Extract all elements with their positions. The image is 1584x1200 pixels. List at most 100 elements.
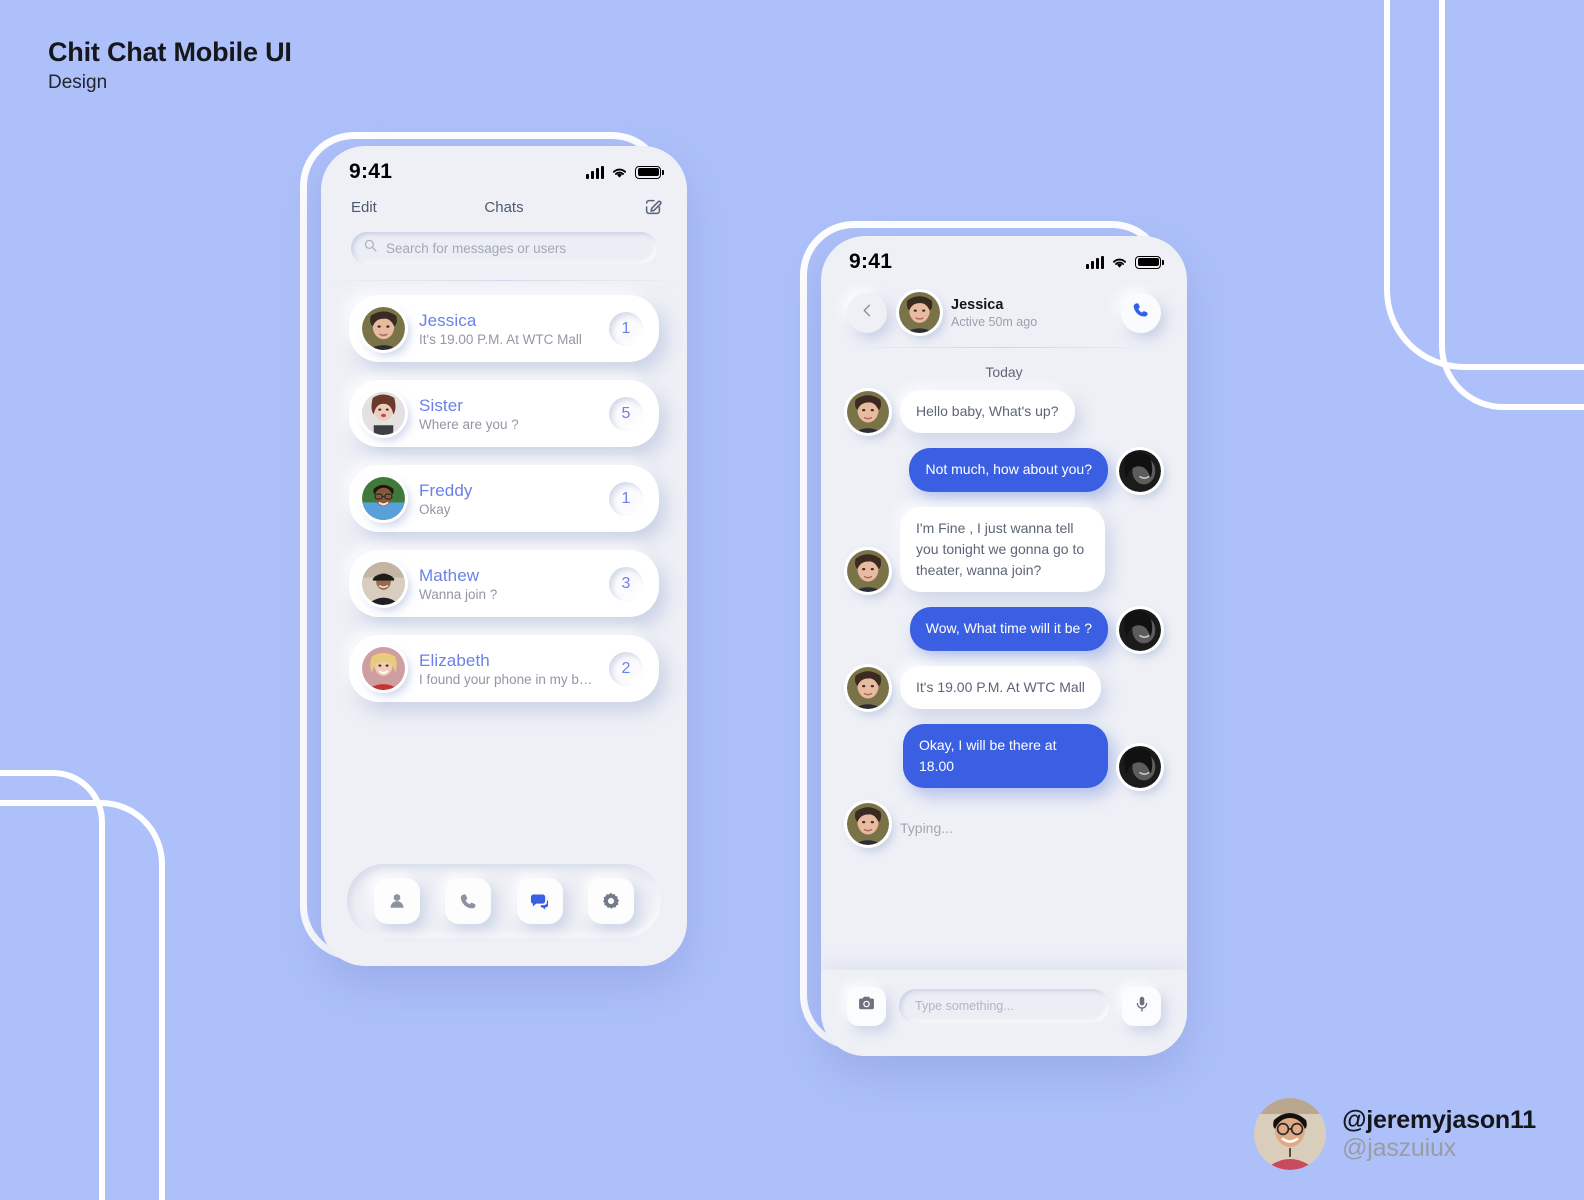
- unread-badge: 2: [609, 651, 643, 686]
- navbar-title: Chats: [484, 198, 524, 216]
- microphone-icon: [1133, 995, 1151, 1018]
- status-bar: 9:41: [321, 146, 687, 188]
- wifi-icon: [1111, 256, 1128, 269]
- message-bubble: Hello baby, What's up?: [900, 390, 1075, 434]
- chat-list-item[interactable]: Sister Where are you ? 5: [349, 380, 659, 447]
- chat-list-navbar: Edit Chats: [321, 188, 687, 222]
- avatar: [362, 477, 405, 520]
- message-composer: Type something...: [821, 970, 1187, 1056]
- message-row-outgoing: Not much, how about you?: [847, 448, 1161, 492]
- message-bubble: Okay, I will be there at 18.00: [903, 723, 1108, 789]
- phone-icon: [459, 892, 478, 911]
- avatar: [847, 550, 889, 593]
- message-input-placeholder: Type something...: [915, 999, 1014, 1013]
- chat-snippet: Okay: [419, 502, 451, 518]
- page-title: Chit Chat Mobile UI: [48, 37, 292, 67]
- peer-info[interactable]: Jessica Active 50m ago: [899, 292, 1109, 333]
- back-button[interactable]: [847, 292, 887, 333]
- tab-contacts[interactable]: [373, 878, 420, 924]
- author-handle-primary: @jeremyjason11: [1342, 1106, 1536, 1134]
- call-button[interactable]: [1121, 292, 1161, 333]
- message-row-incoming: I'm Fine , I just wanna tell you tonight…: [847, 506, 1161, 593]
- peer-name: Jessica: [951, 296, 1004, 313]
- avatar: [1119, 608, 1161, 651]
- page-heading: Chit Chat Mobile UI Design: [48, 36, 292, 94]
- day-separator: Today: [985, 364, 1023, 380]
- unread-badge: 1: [609, 311, 643, 346]
- search-placeholder: Search for messages or users: [386, 240, 567, 256]
- message-row-outgoing: Wow, What time will it be ?: [847, 607, 1161, 651]
- message-row-incoming: It's 19.00 P.M. At WTC Mall: [847, 665, 1161, 709]
- chat-snippet: Where are you ?: [419, 417, 519, 433]
- battery-icon: [635, 165, 664, 179]
- avatar: [362, 647, 405, 690]
- avatar: [1119, 746, 1161, 789]
- decorative-outline-top-right-inner: [1439, 0, 1584, 410]
- chat-name: Freddy: [419, 480, 473, 500]
- microphone-button[interactable]: [1122, 986, 1161, 1026]
- chat-list-item[interactable]: Mathew Wanna join ? 3: [349, 550, 659, 617]
- status-time: 9:41: [849, 250, 893, 273]
- decorative-outline-top-right-outer: [1384, 0, 1584, 370]
- status-bar: 9:41: [821, 236, 1187, 278]
- avatar: [362, 307, 405, 350]
- avatar: [1254, 1098, 1327, 1170]
- avatar: [847, 666, 889, 709]
- message-list: Hello baby, What's up? Not much, how abo…: [821, 388, 1187, 846]
- unread-badge: 5: [609, 396, 643, 431]
- camera-icon: [857, 994, 876, 1018]
- message-input[interactable]: Type something...: [899, 989, 1109, 1023]
- wifi-icon: [611, 166, 628, 179]
- page-subtitle: Design: [48, 71, 108, 93]
- message-row-incoming: Hello baby, What's up?: [847, 390, 1161, 434]
- chat-name: Elizabeth: [419, 650, 490, 670]
- author-credit: @jeremyjason11 @jaszuiux: [1254, 1098, 1536, 1170]
- decorative-outline-bottom-left-inner: [0, 770, 105, 1200]
- cellular-signal-icon: [586, 165, 604, 179]
- unread-badge: 3: [609, 566, 643, 601]
- status-time: 9:41: [349, 160, 393, 183]
- chat-name: Mathew: [419, 565, 480, 585]
- battery-icon: [1135, 255, 1164, 269]
- chat-snippet: Wanna join ?: [419, 587, 498, 603]
- camera-button[interactable]: [847, 986, 886, 1026]
- avatar: [362, 562, 405, 605]
- typing-indicator-row: Typing...: [847, 803, 1161, 846]
- chat-list-item[interactable]: Elizabeth I found your phone in my bag !…: [349, 635, 659, 702]
- chat-bubbles-icon: [529, 892, 550, 911]
- message-row-outgoing: Okay, I will be there at 18.00: [847, 723, 1161, 789]
- tab-chats[interactable]: [516, 878, 563, 924]
- person-icon: [387, 891, 407, 911]
- avatar: [1119, 449, 1161, 492]
- chat-list-item[interactable]: Jessica It's 19.00 P.M. At WTC Mall 1: [349, 295, 659, 362]
- tab-calls[interactable]: [445, 878, 492, 924]
- peer-status: Active 50m ago: [951, 315, 1038, 330]
- chevron-left-icon: [860, 303, 875, 323]
- phone-screen-conversation: 9:41 Jessica Active 50m ago Today Hello …: [821, 236, 1187, 1056]
- search-input[interactable]: Search for messages or users: [351, 232, 657, 264]
- message-bubble: Not much, how about you?: [909, 448, 1108, 492]
- phone-icon: [1132, 301, 1150, 324]
- search-icon: [364, 239, 377, 257]
- chat-name: Jessica: [419, 310, 477, 330]
- avatar: [899, 292, 940, 333]
- avatar: [362, 392, 405, 435]
- phone-screen-chat-list: 9:41 Edit Chats Search for messages or u…: [321, 146, 687, 966]
- typing-indicator-text: Typing...: [900, 820, 953, 837]
- decorative-outline-bottom-left-outer: [0, 800, 165, 1200]
- chat-snippet: I found your phone in my bag !: [419, 672, 595, 688]
- tab-settings[interactable]: [588, 878, 635, 924]
- bottom-tab-bar: [347, 864, 661, 938]
- message-bubble: I'm Fine , I just wanna tell you tonight…: [900, 506, 1105, 593]
- cellular-signal-icon: [1086, 255, 1104, 269]
- conversation-header: Jessica Active 50m ago: [821, 278, 1187, 347]
- chat-list-item[interactable]: Freddy Okay 1: [349, 465, 659, 532]
- message-bubble: Wow, What time will it be ?: [909, 607, 1108, 651]
- chat-name: Sister: [419, 395, 464, 415]
- avatar: [847, 391, 889, 434]
- avatar: [847, 803, 889, 846]
- chat-snippet: It's 19.00 P.M. At WTC Mall: [419, 332, 582, 348]
- compose-pencil-icon[interactable]: [643, 197, 663, 217]
- author-handle-secondary: @jaszuiux: [1342, 1134, 1456, 1162]
- chat-list: Jessica It's 19.00 P.M. At WTC Mall 1 Si…: [321, 281, 687, 702]
